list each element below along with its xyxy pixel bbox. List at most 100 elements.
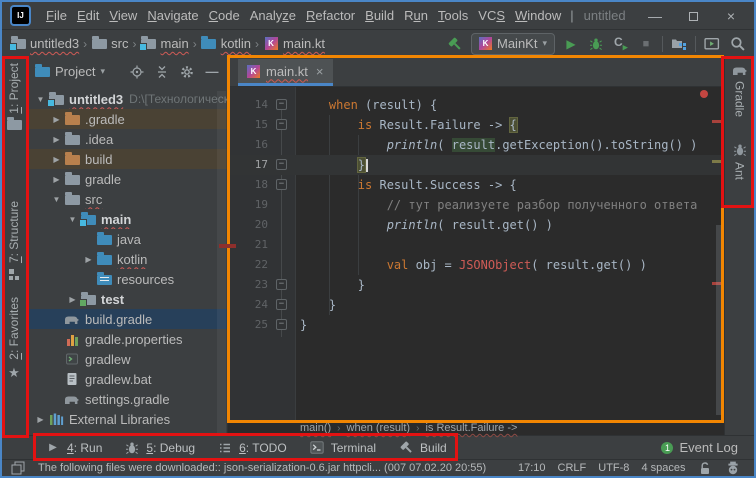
- tree-item--gradle[interactable]: ▶.gradle: [27, 109, 227, 129]
- tool-stripe-7-structure[interactable]: 7: Structure: [2, 201, 26, 281]
- tree-item-settings-gradle[interactable]: settings.gradle: [27, 389, 227, 409]
- tool-stripe-2-favorites[interactable]: ★2: Favorites: [2, 297, 26, 381]
- tree-item-gradle-properties[interactable]: gradle.properties: [27, 329, 227, 349]
- tree-toggle-icon[interactable]: ▼: [49, 195, 64, 204]
- menu-analyze[interactable]: Analyze: [245, 8, 301, 23]
- tree-toggle-icon[interactable]: ▶: [49, 175, 64, 184]
- tool-window-button-4-run[interactable]: ▶4: Run: [34, 441, 113, 455]
- tree-item-gradlew-bat[interactable]: gradlew.bat: [27, 369, 227, 389]
- caret-position[interactable]: 17:10: [518, 462, 546, 474]
- coverage-button[interactable]: C▶: [612, 35, 630, 53]
- tab-main-kt[interactable]: K main.kt ×: [238, 59, 333, 86]
- inspections-profile-icon[interactable]: [725, 461, 741, 475]
- tool-window-button-terminal[interactable]: Terminal: [298, 441, 387, 455]
- tree-item-untitled3[interactable]: ▼untitled3D:\[Технологический: [27, 89, 227, 109]
- indent-setting[interactable]: 4 spaces: [641, 462, 685, 474]
- fold-icon[interactable]: −: [276, 119, 287, 130]
- line-number[interactable]: 18: [228, 178, 268, 191]
- line-number[interactable]: 15: [228, 118, 268, 131]
- tree-item-resources[interactable]: resources: [27, 269, 227, 289]
- event-log-button[interactable]: 1 Event Log: [661, 440, 746, 455]
- breadcrumb-src[interactable]: src: [91, 36, 128, 51]
- stop-button[interactable]: ■: [637, 35, 655, 53]
- error-indicator-icon[interactable]: [700, 90, 708, 98]
- fold-icon[interactable]: −: [276, 99, 287, 110]
- run-window-button[interactable]: [703, 35, 721, 53]
- line-number[interactable]: 22: [228, 258, 268, 271]
- close-icon[interactable]: ×: [316, 64, 324, 79]
- code-line-20[interactable]: 20 println( result.get() ): [228, 215, 724, 235]
- fold-icon[interactable]: −: [276, 159, 287, 170]
- code-line-23[interactable]: 23− }: [228, 275, 724, 295]
- tree-item-gradle[interactable]: ▶gradle: [27, 169, 227, 189]
- line-number[interactable]: 19: [228, 198, 268, 211]
- fold-icon[interactable]: −: [276, 319, 287, 330]
- build-hammer-icon[interactable]: [446, 35, 464, 53]
- run-button[interactable]: ▶: [562, 35, 580, 53]
- close-button[interactable]: ×: [712, 8, 750, 24]
- line-number[interactable]: 20: [228, 218, 268, 231]
- hide-icon[interactable]: —: [204, 65, 220, 79]
- tool-stripe-gradle[interactable]: Gradle: [725, 65, 754, 117]
- settings-icon[interactable]: [179, 65, 195, 79]
- search-everywhere-button[interactable]: [728, 35, 746, 53]
- collapse-all-icon[interactable]: [154, 65, 170, 79]
- locate-icon[interactable]: [129, 65, 145, 79]
- tool-window-button-6-todo[interactable]: 6: TODO: [206, 441, 298, 455]
- line-number[interactable]: 21: [228, 238, 268, 251]
- tool-stripe-ant[interactable]: Ant: [725, 143, 754, 180]
- maximize-button[interactable]: [674, 8, 712, 24]
- code-line-22[interactable]: 22 val obj = JSONObject( result.get() ): [228, 255, 724, 275]
- menu-window[interactable]: Window: [510, 8, 566, 23]
- code-line-16[interactable]: 16 println( result.getException().toStri…: [228, 135, 724, 155]
- debug-button[interactable]: [587, 35, 605, 53]
- line-number[interactable]: 14: [228, 98, 268, 111]
- line-number[interactable]: 25: [228, 318, 268, 331]
- tree-toggle-icon[interactable]: ▶: [49, 135, 64, 144]
- tree-item--idea[interactable]: ▶.idea: [27, 129, 227, 149]
- code-line-19[interactable]: 19 // тут реализуете разбор полученного …: [228, 195, 724, 215]
- menu-navigate[interactable]: Navigate: [142, 8, 203, 23]
- tree-toggle-icon[interactable]: ▶: [81, 255, 96, 264]
- breadcrumb-kotlin[interactable]: kotlin: [201, 36, 251, 51]
- tree-toggle-icon[interactable]: ▶: [49, 115, 64, 124]
- tree-item-External-Libraries[interactable]: ▶External Libraries: [27, 409, 227, 429]
- error-stripe-mark[interactable]: [712, 120, 721, 123]
- chevron-down-icon[interactable]: ▾: [100, 66, 105, 77]
- line-number[interactable]: 17: [228, 158, 268, 171]
- file-encoding[interactable]: UTF-8: [598, 462, 629, 474]
- tree-item-build[interactable]: ▶build: [27, 149, 227, 169]
- tree-item-java[interactable]: java: [27, 229, 227, 249]
- tree-item-kotlin[interactable]: ▶kotlin: [27, 249, 227, 269]
- menu-tools[interactable]: Tools: [433, 8, 473, 23]
- line-number[interactable]: 16: [228, 138, 268, 151]
- breadcrumb-main-kt[interactable]: Kmain.kt: [263, 36, 325, 51]
- menu-refactor[interactable]: Refactor: [301, 8, 360, 23]
- code-line-15[interactable]: 15− is Result.Failure -> {: [228, 115, 724, 135]
- run-config-selector[interactable]: K MainKt ▾: [471, 33, 555, 55]
- code-editor[interactable]: 14− when (result) {15− is Result.Failure…: [228, 87, 724, 421]
- lock-open-icon[interactable]: [697, 461, 713, 475]
- tool-window-button-5-debug[interactable]: 5: Debug: [113, 441, 206, 455]
- menu-edit[interactable]: Edit: [72, 8, 104, 23]
- tool-window-button-build[interactable]: Build: [387, 441, 458, 455]
- status-message[interactable]: The following files were downloaded:: js…: [38, 462, 506, 474]
- line-number[interactable]: 23: [228, 278, 268, 291]
- menu-code[interactable]: Code: [204, 8, 245, 23]
- breadcrumb-main[interactable]: main: [141, 36, 189, 51]
- code-line-17[interactable]: 17− }: [228, 155, 724, 175]
- code-line-21[interactable]: 21: [228, 235, 724, 255]
- tool-window-switcher-icon[interactable]: [10, 461, 26, 475]
- editor-breadcrumb-item[interactable]: when (result): [347, 422, 411, 434]
- menu-overflow[interactable]: |: [566, 8, 577, 23]
- tree-toggle-icon[interactable]: ▶: [33, 415, 48, 424]
- menu-vcs[interactable]: VCS: [473, 8, 510, 23]
- menu-build[interactable]: Build: [360, 8, 399, 23]
- fold-icon[interactable]: −: [276, 279, 287, 290]
- tool-stripe-1-project[interactable]: 1: Project: [2, 63, 26, 133]
- project-structure-button[interactable]: [670, 35, 688, 53]
- editor-scrollbar[interactable]: [716, 225, 724, 415]
- tree-item-src[interactable]: ▼src: [27, 189, 227, 209]
- line-separator[interactable]: CRLF: [558, 462, 587, 474]
- code-line-14[interactable]: 14− when (result) {: [228, 95, 724, 115]
